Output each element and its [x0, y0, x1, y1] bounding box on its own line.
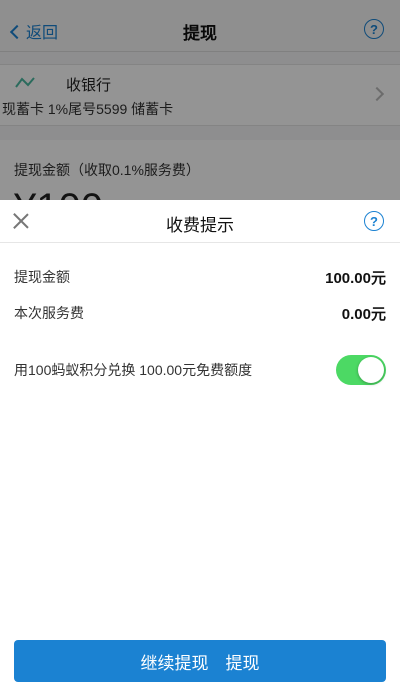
- toggle-knob: [358, 357, 384, 383]
- points-exchange-toggle[interactable]: [336, 355, 386, 385]
- help-icon[interactable]: ?: [364, 211, 384, 231]
- fee-notice-sheet: 收费提示 ? 提现金额 100.00元 本次服务费 0.00元 用100蚂蚁积分…: [0, 200, 400, 688]
- sheet-header: 收费提示 ?: [0, 200, 400, 243]
- row-label: 本次服务费: [14, 305, 84, 321]
- service-fee-row: 本次服务费 0.00元: [14, 302, 386, 324]
- row-value: 0.00元: [341, 305, 386, 323]
- points-exchange-row: 用100蚂蚁积分兑换 100.00元免费额度: [14, 355, 386, 385]
- row-value: 100.00元: [325, 269, 386, 287]
- row-label: 提现金额: [14, 269, 70, 285]
- continue-withdraw-button[interactable]: 继续提现 提现: [14, 640, 386, 682]
- withdraw-amount-row: 提现金额 100.00元: [14, 266, 386, 288]
- points-exchange-label: 用100蚂蚁积分兑换 100.00元免费额度: [14, 362, 253, 378]
- sheet-title: 收费提示: [166, 216, 234, 235]
